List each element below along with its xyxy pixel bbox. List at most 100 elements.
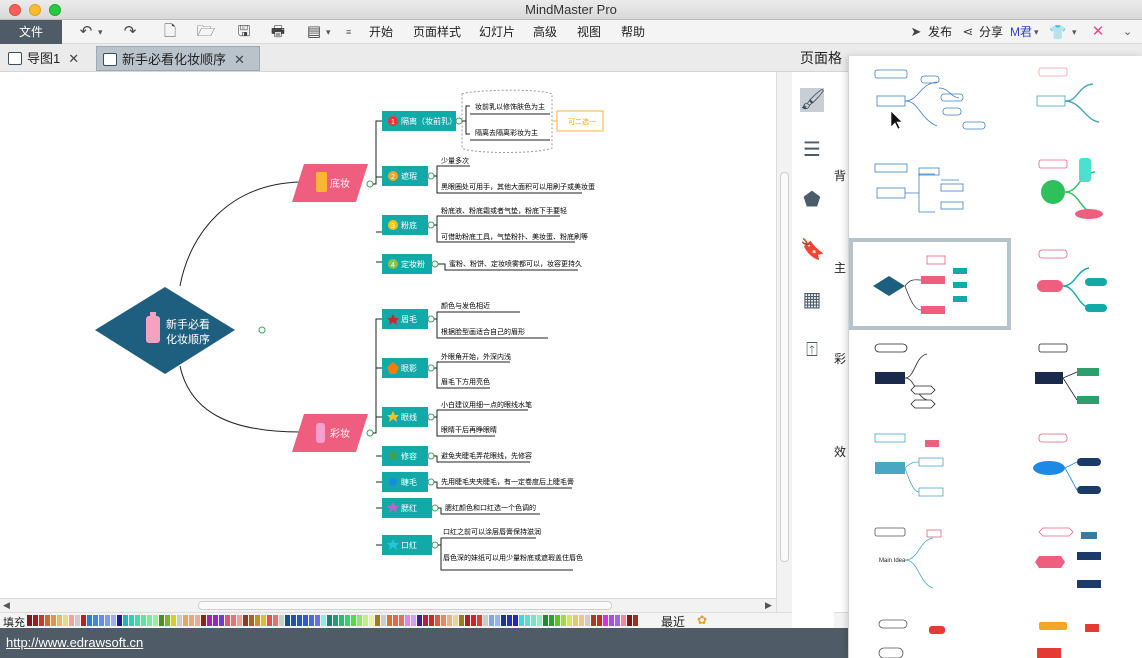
color-swatch[interactable] (447, 615, 452, 626)
color-swatch[interactable] (261, 615, 266, 626)
palette-icon[interactable]: ✿ (697, 613, 707, 627)
color-swatch[interactable] (375, 615, 380, 626)
color-swatch[interactable] (585, 615, 590, 626)
color-swatch[interactable] (201, 615, 206, 626)
export-icon[interactable]: ▤ (304, 23, 324, 41)
subtopic-label[interactable]: 隔离去隔离彩妆为主 (475, 128, 538, 137)
share-button[interactable]: 分享 (979, 20, 1003, 44)
user-dropdown-icon[interactable]: ▾ (1034, 23, 1039, 41)
save-icon[interactable]: 🖫 (234, 23, 254, 41)
color-swatch[interactable] (423, 615, 428, 626)
color-swatch[interactable] (147, 615, 152, 626)
mindmap-canvas[interactable]: 新手必看 化妆顺序 底妆 1 隔离（妆前乳） 妆前乳以修饰肤色为主 隔离去隔离彩… (0, 72, 776, 598)
color-swatch[interactable] (219, 615, 224, 626)
undo-dropdown-icon[interactable]: ▾ (98, 23, 103, 41)
topic-mascara[interactable]: 睫毛 (382, 472, 435, 492)
website-link[interactable]: http://www.edrawsoft.cn (6, 635, 143, 650)
outline-list-icon[interactable]: ☰ (800, 138, 824, 162)
color-swatch[interactable] (321, 615, 326, 626)
theme-thumbnail[interactable] (1035, 343, 1099, 404)
subtopic-label[interactable]: 根据脸型画适合自己的眉形 (441, 327, 525, 336)
color-swatch[interactable] (171, 615, 176, 626)
collapse-ribbon-icon[interactable]: ⌄ (1123, 23, 1132, 41)
topic-lipstick[interactable]: 口红 (382, 535, 439, 555)
color-swatch[interactable] (273, 615, 278, 626)
color-swatch[interactable] (237, 615, 242, 626)
color-swatch[interactable] (315, 615, 320, 626)
color-swatch[interactable] (309, 615, 314, 626)
more-tools-icon[interactable]: ≡ (346, 23, 351, 41)
branch-color-makeup[interactable]: 彩妆 (292, 414, 374, 452)
subtopic-label[interactable]: 先用睫毛夹夹睫毛，有一定卷度后上睫毛膏 (441, 477, 574, 486)
color-swatch[interactable] (225, 615, 230, 626)
color-swatch[interactable] (81, 615, 86, 626)
theme-thumbnail[interactable] (1036, 67, 1100, 123)
color-swatch[interactable] (357, 615, 362, 626)
color-swatch[interactable] (501, 615, 506, 626)
task-icon[interactable]: ▦ (800, 288, 824, 312)
subtopic-label[interactable]: 腮红颜色和口红选一个色调的 (445, 503, 536, 512)
subtopic-label[interactable]: 颜色与发色相近 (441, 301, 490, 310)
color-swatch[interactable] (45, 615, 50, 626)
color-swatch[interactable] (135, 615, 140, 626)
color-swatch[interactable] (393, 615, 398, 626)
topic-blush[interactable]: 腮红 (382, 498, 439, 518)
color-swatch[interactable] (255, 615, 260, 626)
color-swatch[interactable] (243, 615, 248, 626)
menu-item-help[interactable]: 帮助 (621, 20, 645, 44)
color-swatch[interactable] (111, 615, 116, 626)
topic-note[interactable]: 可二选一 (568, 117, 596, 126)
color-swatch[interactable] (519, 615, 524, 626)
theme-thumbnail[interactable] (873, 255, 967, 314)
branch-foundation[interactable]: 底妆 (292, 164, 374, 202)
subtopic-label[interactable]: 眼睛干后再睁眼睛 (441, 425, 497, 434)
subtopic-label[interactable]: 小白建议用细一点的眼线水笔 (441, 400, 532, 409)
color-swatch[interactable] (627, 615, 632, 626)
open-folder-icon[interactable]: 🗁 (196, 23, 216, 41)
color-swatch[interactable] (351, 615, 356, 626)
color-swatch[interactable] (99, 615, 104, 626)
subtopic-label[interactable]: 避免夹睫毛弄花眼线，先修容 (441, 451, 532, 460)
color-swatch[interactable] (555, 615, 560, 626)
color-swatch[interactable] (279, 615, 284, 626)
tab-makeup-order[interactable]: 新手必看化妆顺序 ✕ (96, 46, 260, 71)
subtopic-label[interactable]: 可借助粉底工具，气垫粉扑、美妆蛋、粉底刷等 (441, 232, 588, 241)
publish-button[interactable]: 发布 (928, 20, 952, 44)
color-swatches[interactable] (27, 615, 639, 626)
mark-icon[interactable]: 🔖 (800, 238, 825, 262)
color-swatch[interactable] (621, 615, 626, 626)
color-swatch[interactable] (549, 615, 554, 626)
color-swatch[interactable] (285, 615, 290, 626)
menu-item-advanced[interactable]: 高级 (533, 20, 557, 44)
close-tab-icon[interactable]: ✕ (68, 51, 79, 66)
color-swatch[interactable] (87, 615, 92, 626)
color-swatch[interactable] (417, 615, 422, 626)
color-swatch[interactable] (297, 615, 302, 626)
color-swatch[interactable] (579, 615, 584, 626)
theme-thumbnail[interactable] (1035, 527, 1101, 588)
color-swatch[interactable] (513, 615, 518, 626)
theme-dropdown-icon[interactable]: ▾ (1072, 23, 1077, 41)
vertical-scrollbar[interactable] (776, 72, 792, 613)
color-swatch[interactable] (177, 615, 182, 626)
topic-setting-powder[interactable]: 4 定妆粉 (382, 254, 439, 274)
color-swatch[interactable] (441, 615, 446, 626)
color-swatch[interactable] (69, 615, 74, 626)
color-swatch[interactable] (495, 615, 500, 626)
color-swatch[interactable] (51, 615, 56, 626)
color-swatch[interactable] (129, 615, 134, 626)
topic-foundation[interactable]: 3 粉底 (382, 215, 435, 235)
format-brush-icon[interactable]: 🖌 (800, 88, 825, 112)
color-swatch[interactable] (411, 615, 416, 626)
color-swatch[interactable] (189, 615, 194, 626)
undo-icon[interactable]: ↶ (76, 23, 96, 41)
color-swatch[interactable] (183, 615, 188, 626)
theme-thumbnail[interactable] (1033, 433, 1101, 494)
subtopic-label[interactable]: 黑眼圈处可用手，其他大面积可以用刷子或美妆蛋 (441, 182, 595, 191)
color-swatch[interactable] (567, 615, 572, 626)
color-swatch[interactable] (483, 615, 488, 626)
color-swatch[interactable] (27, 615, 32, 626)
color-swatch[interactable] (105, 615, 110, 626)
color-swatch[interactable] (381, 615, 386, 626)
scroll-right-icon[interactable]: ▶ (765, 600, 772, 611)
